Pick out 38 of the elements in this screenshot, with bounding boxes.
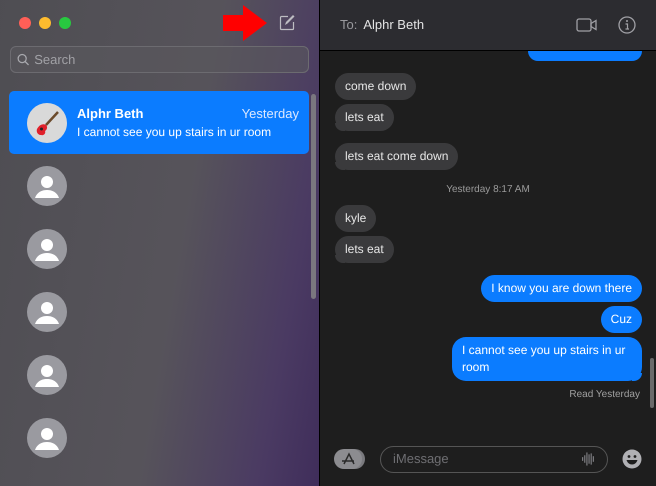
- guitar-avatar-icon: [27, 102, 67, 142]
- emoji-icon[interactable]: [622, 449, 642, 469]
- read-receipt: Read Yesterday: [569, 388, 640, 402]
- message-bubble: I know you are down there: [481, 275, 642, 302]
- person-avatar-icon: [27, 418, 67, 458]
- message-bubble: come down: [335, 73, 416, 100]
- search-icon: [17, 53, 30, 66]
- person-avatar-icon: [27, 292, 67, 332]
- person-avatar-icon: [27, 166, 67, 206]
- zoom-button[interactable]: [59, 17, 71, 29]
- message-bubble: lets eat: [335, 236, 394, 263]
- message-bubble: kyle: [335, 205, 376, 232]
- message-input[interactable]: iMessage: [393, 449, 582, 469]
- search-input[interactable]: Search: [34, 50, 302, 70]
- person-avatar-icon: [27, 228, 67, 268]
- search-field[interactable]: Search: [10, 46, 309, 73]
- message-bubble: I cannot see you up stairs in ur room: [452, 337, 642, 381]
- arrow-icon: [223, 5, 267, 41]
- message-bubble: Cuz: [600, 306, 642, 333]
- audio-waveform-icon[interactable]: [582, 451, 595, 467]
- compose-icon[interactable]: [279, 15, 295, 31]
- close-button[interactable]: [19, 17, 31, 29]
- to-label: To:: [340, 16, 358, 34]
- info-icon[interactable]: [618, 16, 636, 34]
- message-field[interactable]: iMessage: [380, 446, 608, 472]
- scroll-bar: [650, 358, 654, 408]
- video-camera-icon[interactable]: [576, 18, 598, 32]
- contact-name: Alphr Beth: [77, 104, 144, 123]
- recipient-name: Alphr Beth: [363, 16, 424, 34]
- person-avatar-icon: [27, 354, 67, 394]
- minimize-button[interactable]: [39, 17, 51, 29]
- timestamp: Yesterday 8:17 AM: [446, 183, 530, 197]
- conversation-item[interactable]: Alphr Beth Yesterday I cannot see you up stairs in ur room: [9, 91, 309, 154]
- app-store-icon[interactable]: [334, 448, 366, 470]
- message-preview: I cannot see you up stairs in ur room: [77, 124, 272, 142]
- message-time: Yesterday: [242, 104, 299, 123]
- message-bubble: lets eat come down: [335, 143, 458, 170]
- message-bubble: lets eat: [335, 104, 394, 131]
